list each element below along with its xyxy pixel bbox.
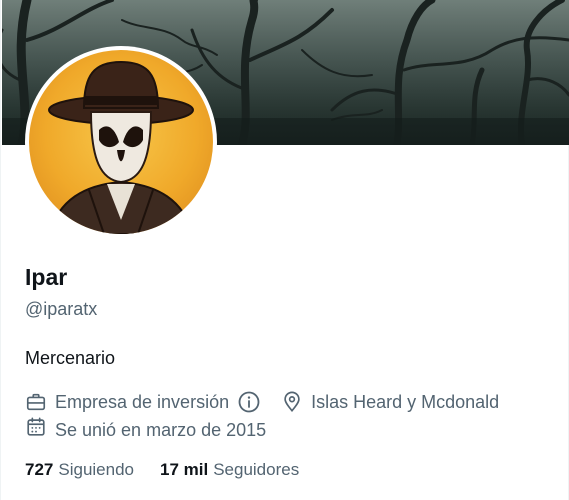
following-count: 727 bbox=[25, 460, 54, 479]
avatar[interactable] bbox=[25, 46, 217, 238]
profile-category-label: Empresa de inversión bbox=[55, 392, 230, 412]
followers-link[interactable]: 17 mil Seguidores bbox=[160, 458, 299, 482]
profile-joined: Se unió en marzo de 2015 bbox=[25, 416, 266, 444]
profile-location-label: Islas Heard y Mcdonald bbox=[311, 392, 500, 412]
profile-handle: @iparatx bbox=[25, 299, 98, 319]
profile-header: Ipar @iparatx Mercenario Empresa de inve… bbox=[0, 0, 569, 500]
followers-label: Seguidores bbox=[213, 460, 300, 479]
profile-meta-row: Empresa de inversión Islas Heard y Mcdon… bbox=[25, 390, 499, 414]
profile-name: Ipar bbox=[25, 264, 68, 290]
profile-category: Empresa de inversión bbox=[25, 390, 261, 414]
calendar-icon bbox=[25, 416, 55, 444]
profile-joined-label: Se unió en marzo de 2015 bbox=[55, 420, 267, 440]
profile-bio: Mercenario bbox=[25, 348, 116, 368]
following-label: Siguiendo bbox=[58, 460, 134, 479]
avatar-image bbox=[29, 50, 213, 234]
briefcase-icon bbox=[25, 391, 55, 413]
location-pin-icon bbox=[281, 391, 311, 413]
info-icon[interactable] bbox=[229, 390, 261, 414]
followers-count: 17 mil bbox=[160, 460, 209, 479]
following-link[interactable]: 727 Siguiendo bbox=[25, 458, 134, 482]
follow-stats: 727 Siguiendo 17 mil Seguidores bbox=[25, 458, 325, 482]
profile-location: Islas Heard y Mcdonald bbox=[281, 390, 499, 414]
